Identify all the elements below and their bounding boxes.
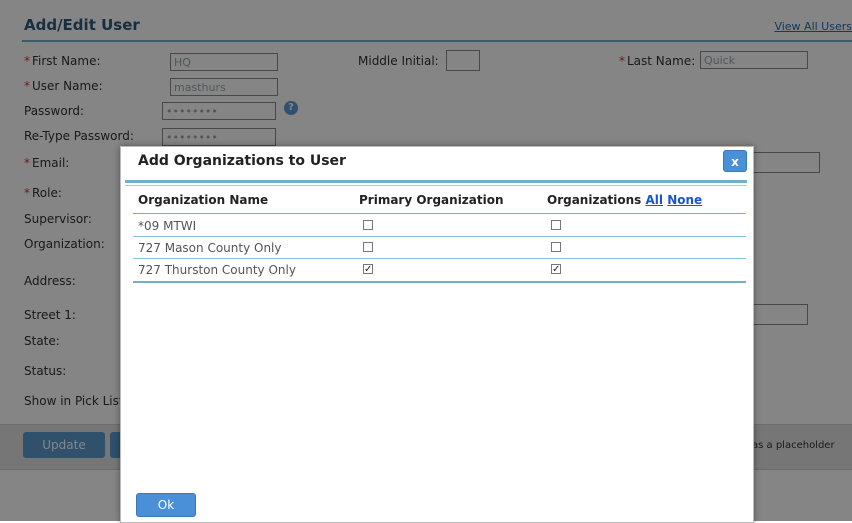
dialog-header-divider [125,180,747,183]
dialog-title: Add Organizations to User [138,153,346,169]
table-header-divider [133,213,746,214]
dialog-header-divider-thin [125,185,747,186]
primary-organization-checkbox[interactable] [363,220,373,230]
column-header-organizations: Organizations All None [547,193,703,207]
ok-button[interactable]: Ok [136,493,196,517]
organization-name: 727 Thurston County Only [138,263,296,277]
column-header-organization-name: Organization Name [138,193,269,207]
organization-include-checkbox[interactable] [551,220,561,230]
select-none-link[interactable]: None [667,193,702,207]
organization-include-checkbox[interactable]: ✓ [551,264,561,275]
table-row: 727 Thurston County Only ✓ ✓ [133,259,746,281]
column-header-primary-organization: Primary Organization [359,193,504,207]
add-organizations-dialog: Add Organizations to User x Organization… [120,146,754,523]
close-button[interactable]: x [723,150,747,172]
table-row: 727 Mason County Only [133,237,746,259]
table-bottom-divider [133,281,746,283]
primary-organization-checkbox[interactable] [363,242,373,252]
primary-organization-checkbox[interactable]: ✓ [363,264,373,275]
organization-name: *09 MTWI [138,219,197,233]
organization-include-checkbox[interactable] [551,242,561,252]
select-all-link[interactable]: All [646,193,664,207]
close-icon: x [731,155,739,169]
organization-name: 727 Mason County Only [138,241,282,255]
table-row: *09 MTWI [133,215,746,237]
